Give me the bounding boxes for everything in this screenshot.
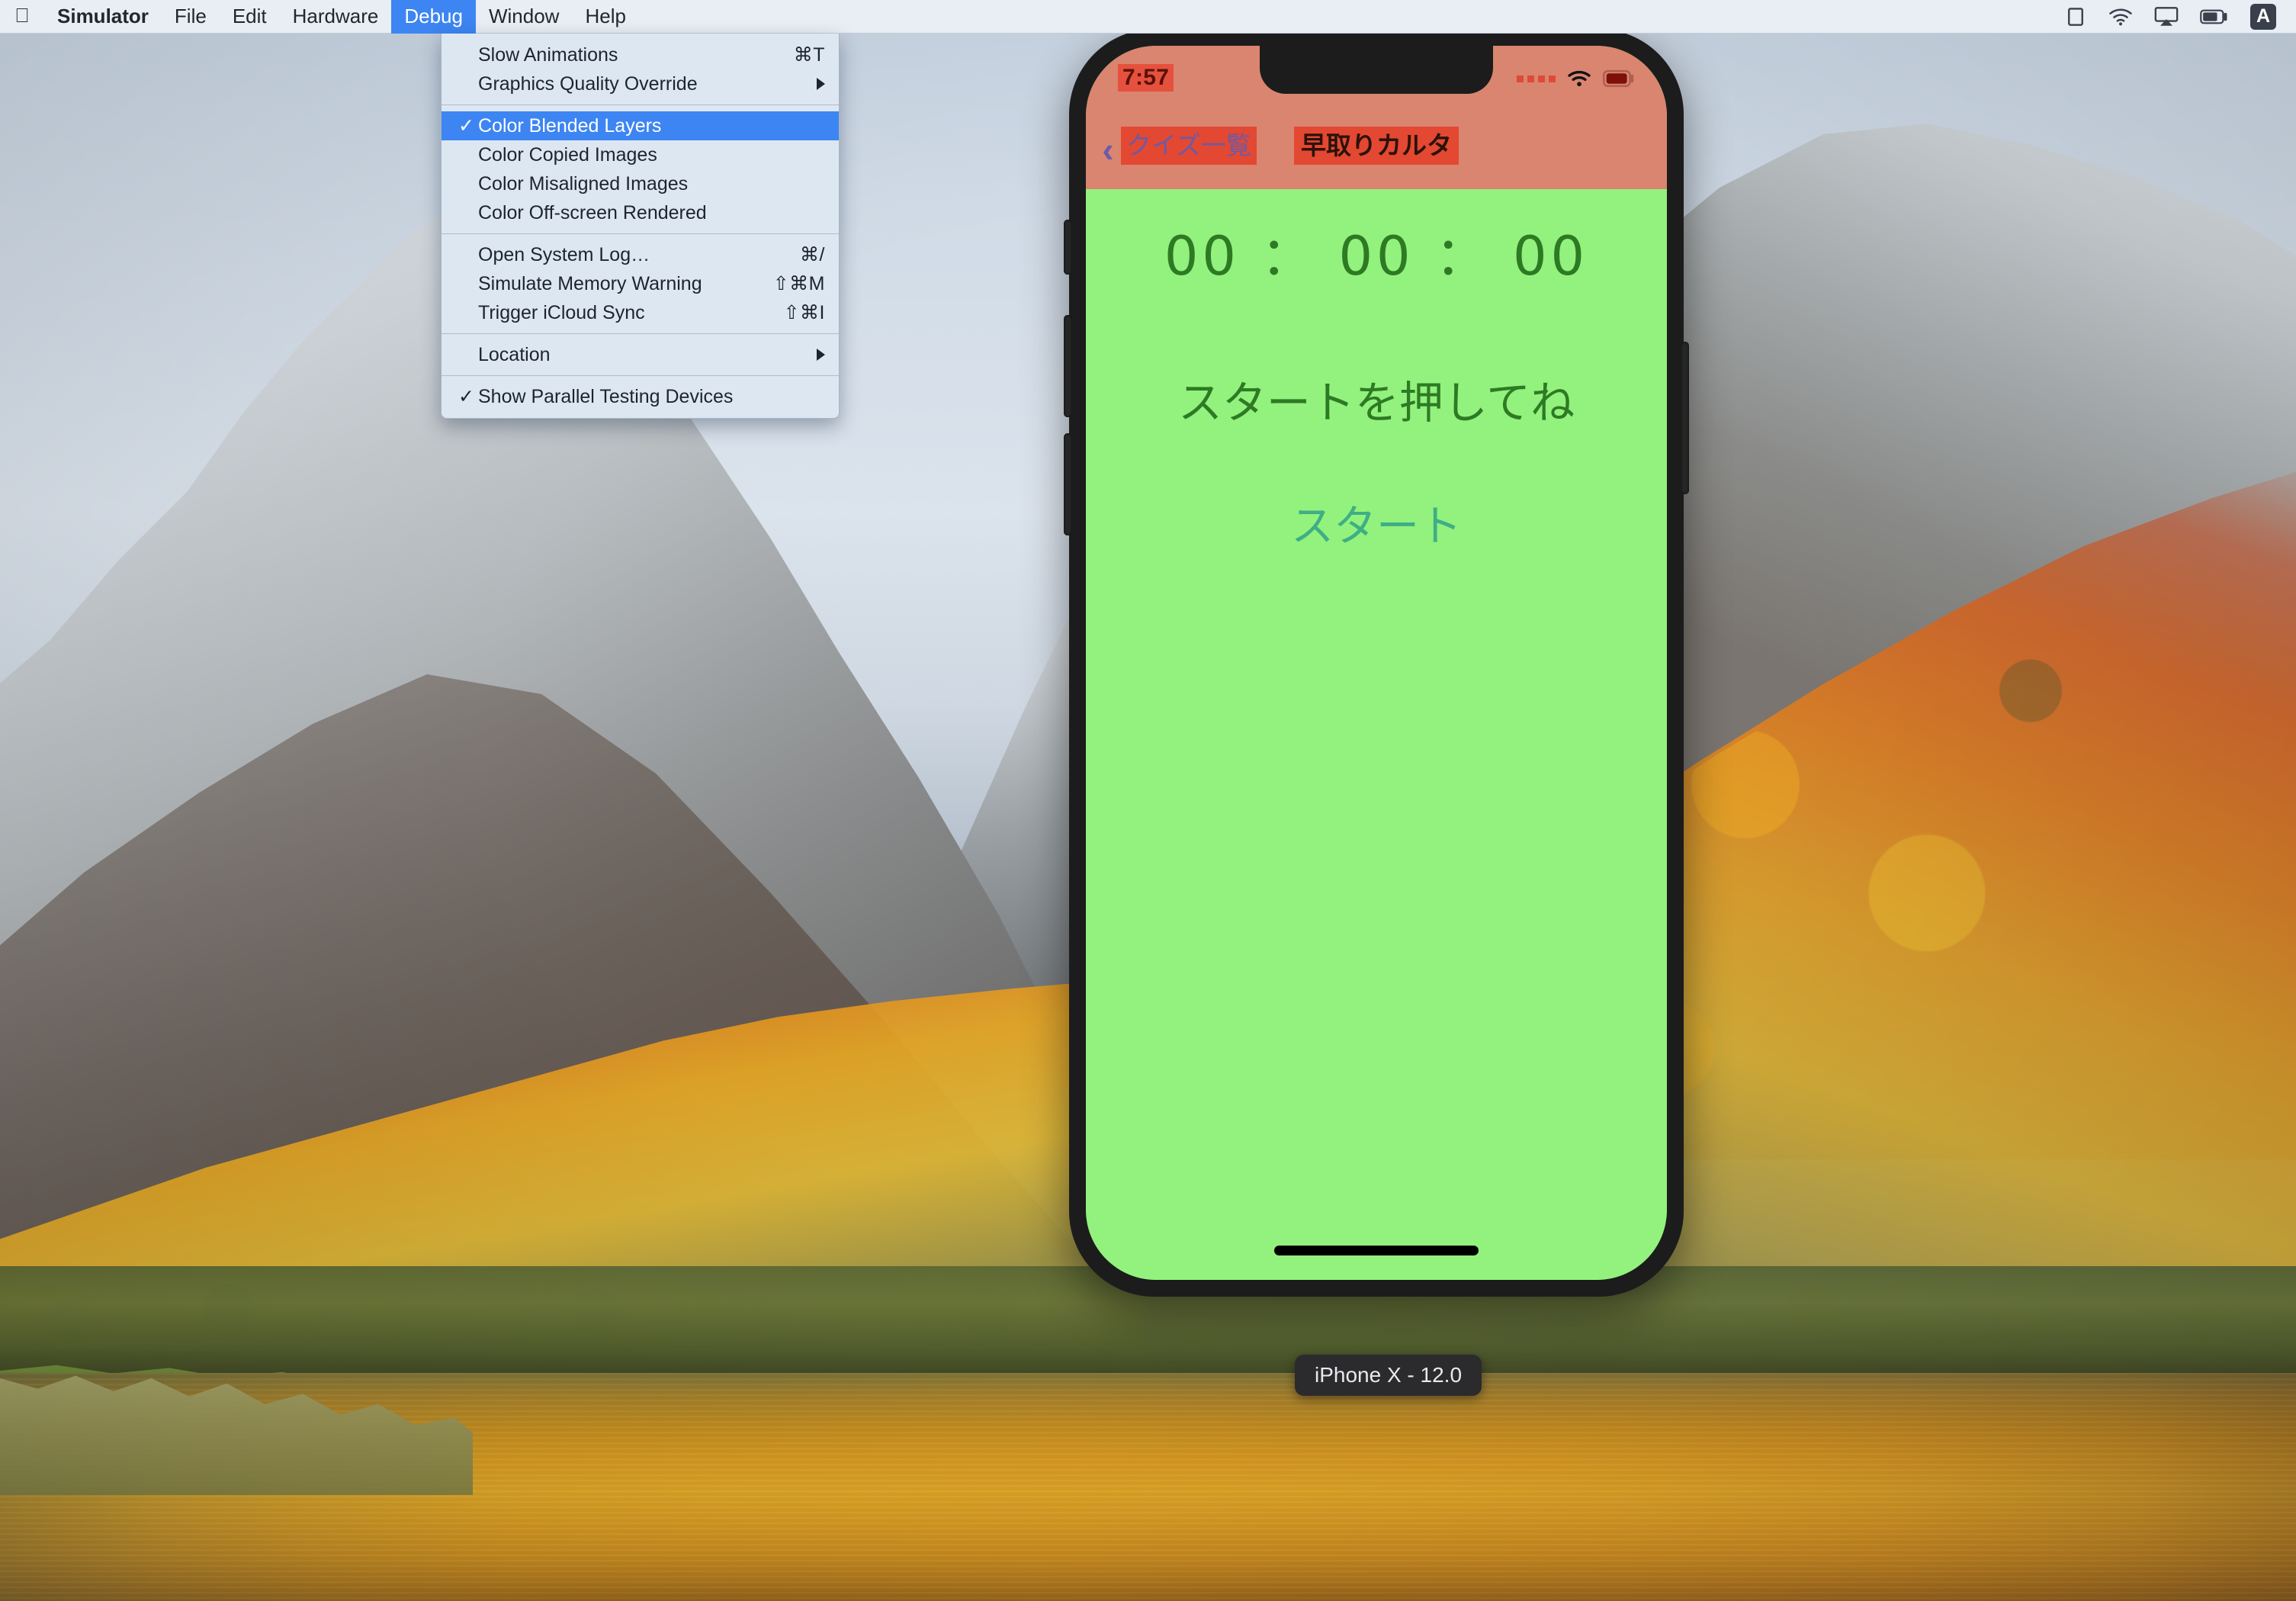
menu-option-label: Color Misaligned Images <box>478 172 689 194</box>
menu-option-color-misaligned-images[interactable]: Color Misaligned Images <box>442 169 839 198</box>
menu-item-debug[interactable]: Debug <box>391 0 476 34</box>
menu-item-window[interactable]: Window <box>476 0 572 34</box>
ios-navigation-bar: ‹ クイズ一覧 早取りカルタ <box>1086 110 1667 189</box>
silent-switch-button[interactable] <box>1064 220 1072 275</box>
status-bar-time: 7:57 <box>1118 64 1174 92</box>
menu-item-label: Help <box>585 5 626 27</box>
menu-option-label: Slow Animations <box>478 43 618 66</box>
power-button[interactable] <box>1681 342 1689 494</box>
airplay-icon[interactable] <box>2154 6 2179 27</box>
menu-option-label: Location <box>478 343 551 365</box>
menu-item-file[interactable]: File <box>162 0 220 34</box>
submenu-arrow-icon <box>817 78 825 90</box>
menu-separator <box>442 104 839 105</box>
timer-display: 00 ： 00 ： 00 <box>1164 225 1589 288</box>
menu-option-color-blended-layers[interactable]: ✓ Color Blended Layers <box>442 111 839 140</box>
menu-option-shortcut: ⌘T <box>793 44 825 66</box>
back-button-label[interactable]: クイズ一覧 <box>1121 127 1257 166</box>
simulator-device-frame[interactable]: 7:57 ‹ クイズ一覧 早取りカルタ 00 ： 00 ： 00 スタートを押し… <box>1064 29 1689 1297</box>
menu-option-shortcut: ⇧⌘M <box>772 273 825 294</box>
menu-option-label: Color Off-screen Rendered <box>478 201 707 223</box>
menu-option-label: Graphics Quality Override <box>478 72 698 95</box>
menu-separator <box>442 333 839 334</box>
menu-item-label: Hardware <box>292 5 379 27</box>
app-content-area: 00 ： 00 ： 00 スタートを押してね スタート <box>1086 189 1667 1280</box>
submenu-arrow-icon <box>817 349 825 361</box>
menu-item-simulator[interactable]: Simulator <box>44 0 162 34</box>
menu-item-label: Simulator <box>57 5 149 27</box>
menu-option-shortcut: ⌘/ <box>800 244 825 265</box>
menu-option-open-system-log[interactable]: Open System Log… ⌘/ <box>442 240 839 269</box>
menu-item-edit[interactable]: Edit <box>220 0 280 34</box>
menu-option-color-copied-images[interactable]: Color Copied Images <box>442 140 839 169</box>
battery-icon <box>1603 69 1634 88</box>
menu-option-simulate-memory-warning[interactable]: Simulate Memory Warning ⇧⌘M <box>442 269 839 298</box>
apple-logo-icon[interactable]:  <box>0 5 44 28</box>
menu-option-slow-animations[interactable]: Slow Animations ⌘T <box>442 40 839 69</box>
menu-option-label: Show Parallel Testing Devices <box>478 385 734 407</box>
menu-option-label: Color Copied Images <box>478 143 657 166</box>
menu-option-location[interactable]: Location <box>442 340 839 369</box>
menu-option-color-off-screen-rendered[interactable]: Color Off-screen Rendered <box>442 198 839 227</box>
macos-menu-bar:  Simulator File Edit Hardware Debug Win… <box>0 0 2296 34</box>
menu-item-label: Edit <box>232 5 267 27</box>
device-name-label: iPhone X - 12.0 <box>1295 1355 1482 1396</box>
wifi-icon[interactable] <box>2108 7 2133 27</box>
checkmark-icon: ✓ <box>458 385 474 407</box>
checkmark-icon: ✓ <box>458 114 474 137</box>
menu-separator <box>442 375 839 376</box>
debug-menu-dropdown[interactable]: Slow Animations ⌘T Graphics Quality Over… <box>441 34 840 419</box>
simulator-screen[interactable]: 7:57 ‹ クイズ一覧 早取りカルタ 00 ： 00 ： 00 スタートを押し… <box>1086 46 1667 1280</box>
status-bar-right-icons <box>1517 69 1635 88</box>
input-source-icon[interactable]: A <box>2250 3 2276 30</box>
volume-up-button[interactable] <box>1064 315 1072 417</box>
screen-mirroring-icon[interactable] <box>2064 5 2087 28</box>
start-button[interactable]: スタート <box>1291 492 1462 554</box>
menu-separator <box>442 233 839 234</box>
cellular-signal-icon <box>1517 75 1556 82</box>
menu-item-help[interactable]: Help <box>572 0 638 34</box>
menu-item-hardware[interactable]: Hardware <box>280 0 392 34</box>
menu-item-label: File <box>174 5 207 27</box>
wifi-icon <box>1568 70 1591 87</box>
menu-option-label: Open System Log… <box>478 243 650 265</box>
volume-down-button[interactable] <box>1064 433 1072 535</box>
nav-bar-title: 早取りカルタ <box>1294 127 1459 166</box>
menu-option-label: Simulate Memory Warning <box>478 272 702 294</box>
device-notch <box>1260 46 1493 94</box>
menu-option-label: Color Blended Layers <box>478 114 662 137</box>
input-source-label: A <box>2256 5 2271 27</box>
prompt-text: スタートを押してね <box>1177 377 1575 429</box>
menu-option-show-parallel-testing-devices[interactable]: ✓ Show Parallel Testing Devices <box>442 382 839 411</box>
home-indicator[interactable] <box>1274 1246 1479 1255</box>
back-chevron-icon[interactable]: ‹ <box>1095 132 1121 167</box>
menu-option-trigger-icloud-sync[interactable]: Trigger iCloud Sync ⇧⌘I <box>442 298 839 327</box>
menu-item-label: Debug <box>404 5 463 27</box>
menu-option-label: Trigger iCloud Sync <box>478 301 645 323</box>
menu-item-label: Window <box>488 5 560 27</box>
menu-bar-status-items: A <box>2064 3 2296 30</box>
menu-option-shortcut: ⇧⌘I <box>783 302 825 323</box>
menu-option-graphics-quality-override[interactable]: Graphics Quality Override <box>442 69 839 98</box>
battery-icon[interactable] <box>2200 8 2229 25</box>
